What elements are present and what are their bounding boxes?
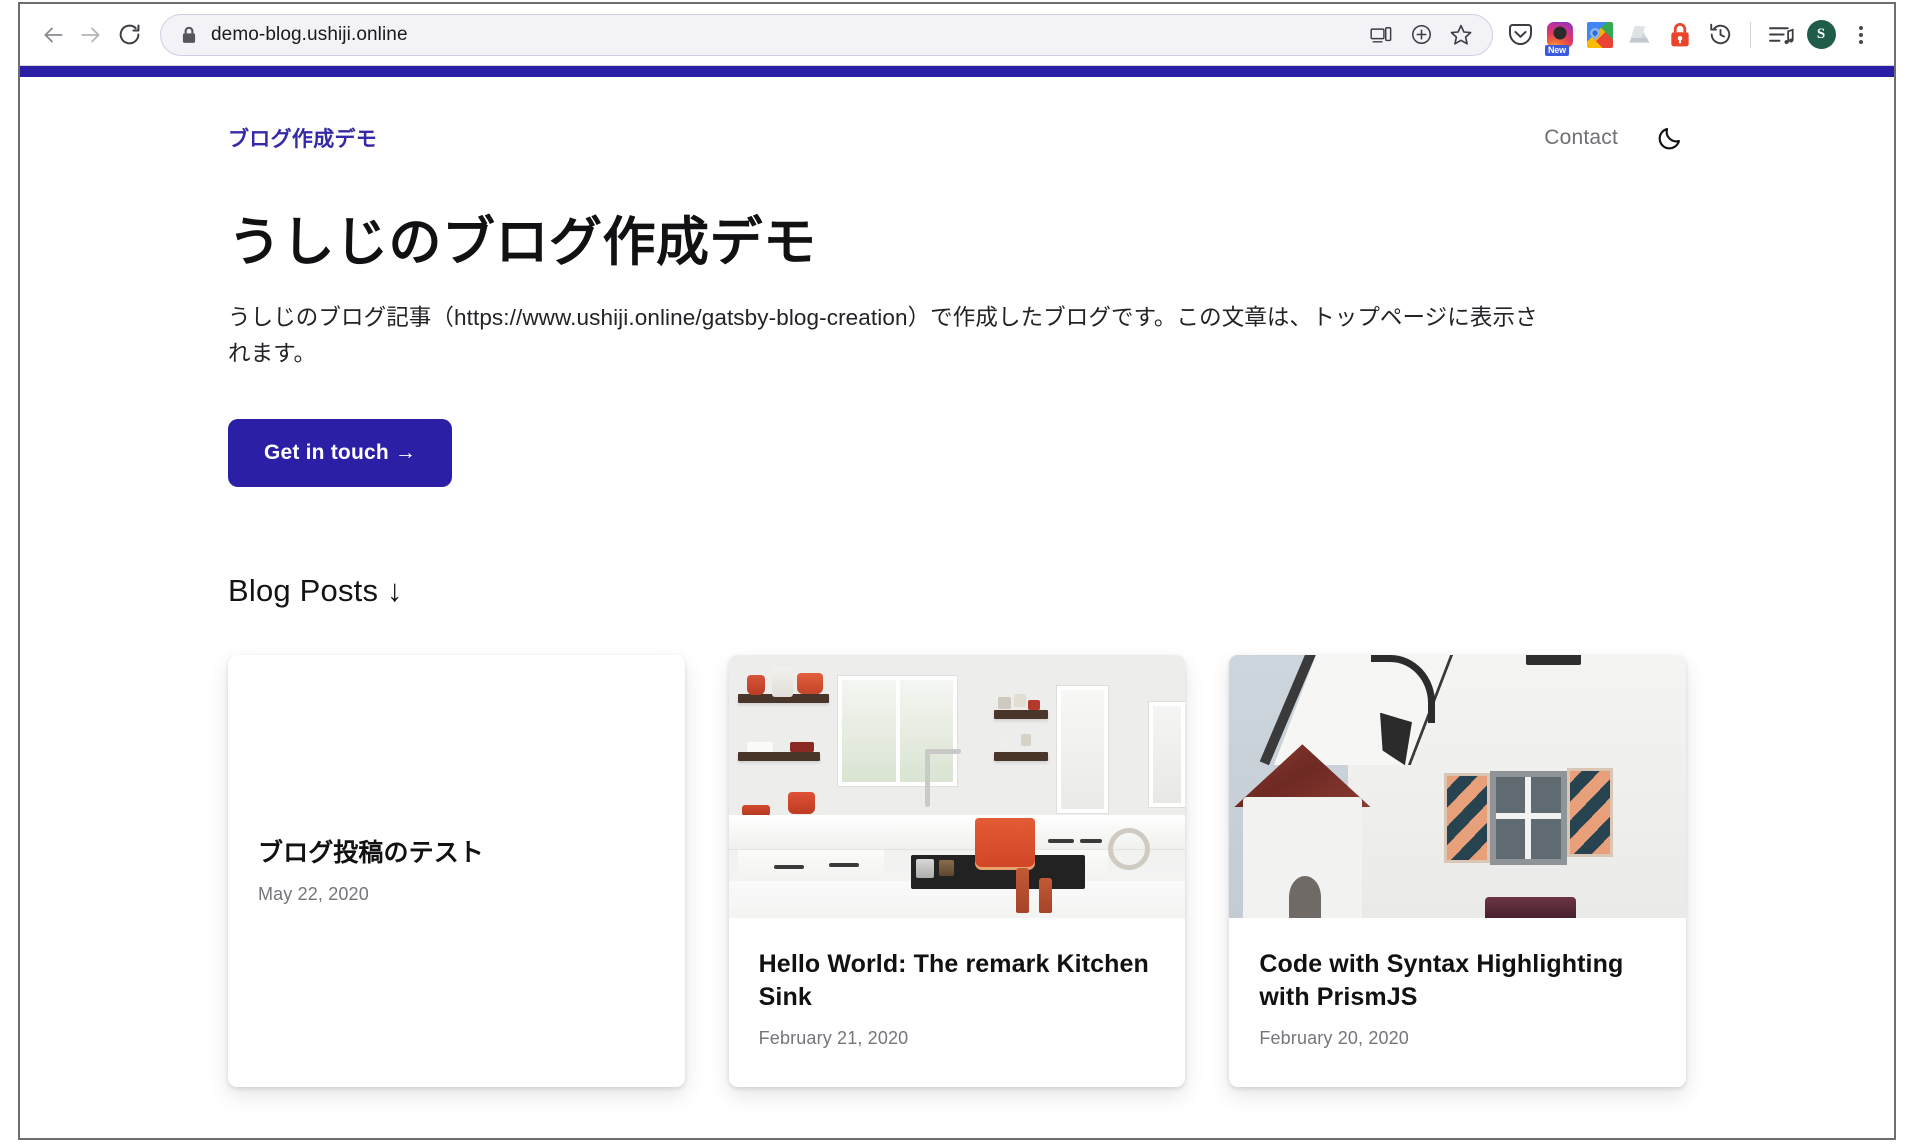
toolbar-divider (1750, 21, 1751, 48)
post-date: February 21, 2020 (758, 1027, 909, 1048)
reload-icon[interactable] (110, 16, 148, 54)
address-bar[interactable]: demo-blog.ushiji.online (160, 13, 1493, 56)
pocket-extension-icon[interactable] (1501, 16, 1539, 54)
browser-window: demo-blog.ushiji.online New S ブログ作成デモ Co… (18, 2, 1896, 1140)
blog-post-card[interactable]: Hello World: The remark Kitchen Sink Feb… (728, 654, 1186, 1087)
get-in-touch-button[interactable]: Get in touch → (228, 418, 453, 487)
site-nav: Contact (1544, 123, 1684, 153)
extension-new-badge: New (1545, 44, 1569, 56)
extensions-area: New S (1501, 16, 1880, 56)
kebab-menu-icon[interactable] (1842, 16, 1880, 54)
blog-post-card[interactable]: Code with Syntax Highlighting with Prism… (1229, 654, 1686, 1087)
blog-posts-grid: ブログ投稿のテスト May 22, 2020 Hello World: The … (228, 654, 1686, 1087)
post-date: February 20, 2020 (1259, 1027, 1409, 1048)
lastpass-extension-icon[interactable] (1661, 16, 1699, 54)
section-heading-blog-posts: Blog Posts ↓ (228, 572, 403, 608)
hero-description: うしじのブログ記事（https://www.ushiji.online/gats… (228, 304, 1538, 367)
history-extension-icon[interactable] (1701, 16, 1739, 54)
blog-post-card[interactable]: ブログ投稿のテスト May 22, 2020 (228, 654, 685, 1087)
lock-icon (181, 26, 197, 44)
site-logo-link[interactable]: ブログ作成デモ (228, 123, 377, 153)
hero-section: うしじのブログ作成デモ うしじのブログ記事（https://www.ushiji… (20, 153, 1894, 487)
zoom-add-icon[interactable] (1404, 18, 1438, 52)
site-header: ブログ作成デモ Contact (20, 77, 1894, 153)
bookmark-star-icon[interactable] (1444, 18, 1478, 52)
post-title: Code with Syntax Highlighting with Prism… (1259, 949, 1624, 1011)
google-maps-extension-icon[interactable] (1581, 16, 1619, 54)
forward-arrow-icon[interactable] (72, 16, 110, 54)
page-viewport: ブログ作成デモ Contact うしじのブログ作成デモ うしじのブログ記事（ht… (20, 66, 1894, 1138)
post-thumbnail (1229, 654, 1686, 918)
moon-icon[interactable] (1654, 123, 1684, 153)
url-text: demo-blog.ushiji.online (211, 23, 408, 45)
instagram-extension-icon[interactable]: New (1541, 16, 1579, 56)
post-title: ブログ投稿のテスト (258, 838, 484, 867)
avatar-initial: S (1806, 20, 1836, 49)
post-thumbnail (728, 654, 1186, 918)
avatar[interactable]: S (1802, 16, 1840, 54)
back-arrow-icon[interactable] (34, 16, 72, 54)
post-title: Hello World: The remark Kitchen Sink (758, 949, 1149, 1011)
european-building-facade-photo (1229, 654, 1686, 918)
post-date: May 22, 2020 (258, 883, 369, 904)
nav-link-contact[interactable]: Contact (1544, 126, 1618, 150)
page-title: うしじのブログ作成デモ (228, 213, 817, 272)
blog-posts-section: Blog Posts ↓ ブログ投稿のテスト May 22, 2020 Hell… (20, 487, 1894, 1087)
site-accent-bar (20, 66, 1894, 77)
browser-toolbar: demo-blog.ushiji.online New S (20, 4, 1894, 66)
white-kitchen-photo (728, 654, 1186, 918)
media-playlist-icon[interactable] (1762, 16, 1800, 54)
device-cast-icon[interactable] (1364, 18, 1398, 52)
google-drive-extension-icon[interactable] (1621, 16, 1659, 54)
